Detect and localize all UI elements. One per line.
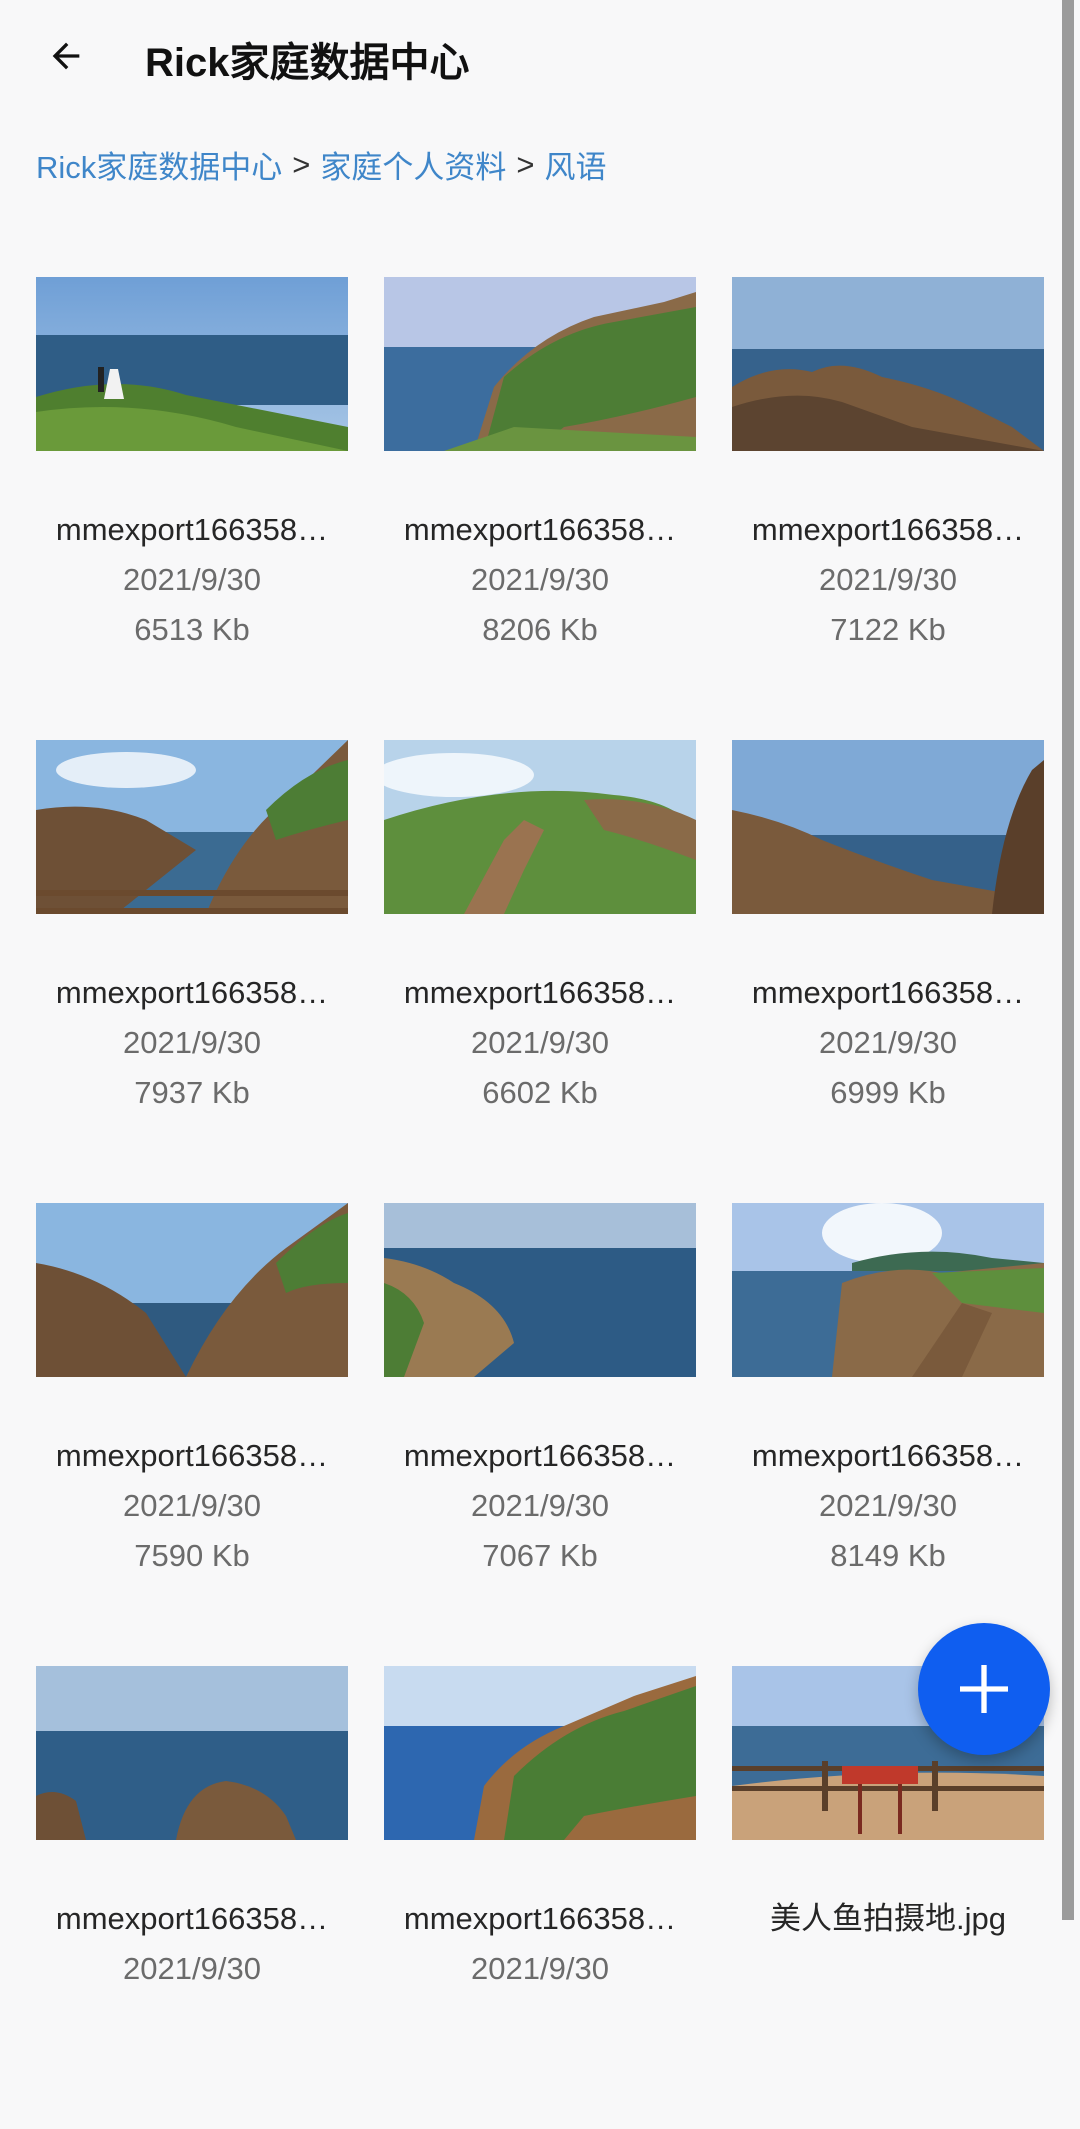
file-name: mmexport166358… [55,512,329,547]
file-date: 2021/9/30 [819,562,957,597]
file-name: mmexport166358… [55,1438,329,1473]
file-thumbnail[interactable] [732,740,1044,914]
file-card[interactable]: mmexport166358… 2021/9/30 8206 Kb [384,277,696,740]
file-card[interactable]: mmexport166358… 2021/9/30 [36,1666,348,2129]
file-card[interactable]: mmexport166358… 2021/9/30 6999 Kb [732,740,1044,1203]
file-name: mmexport166358… [403,512,677,547]
file-thumbnail[interactable] [384,1666,696,1840]
file-date: 2021/9/30 [123,1951,261,1986]
breadcrumb-separator: > [292,146,311,182]
file-size: 7590 Kb [134,1538,250,1573]
file-name: mmexport166358… [403,1901,677,1936]
file-thumbnail[interactable] [36,1666,348,1840]
file-card[interactable]: mmexport166358… 2021/9/30 6513 Kb [36,277,348,740]
file-size: 8149 Kb [830,1538,946,1573]
file-size: 6513 Kb [134,612,250,647]
file-date: 2021/9/30 [819,1025,957,1060]
breadcrumb-item-current[interactable]: 风语 [545,142,607,187]
file-card[interactable]: mmexport166358… 2021/9/30 7122 Kb [732,277,1044,740]
app-bar: Rick家庭数据中心 [0,0,1060,112]
file-size: 6999 Kb [830,1075,946,1110]
file-date: 2021/9/30 [471,1025,609,1060]
file-name: mmexport166358… [403,975,677,1010]
file-date: 2021/9/30 [123,1488,261,1523]
breadcrumb-separator: > [516,146,535,182]
file-card[interactable]: mmexport166358… 2021/9/30 [384,1666,696,2129]
file-thumbnail[interactable] [384,740,696,914]
file-thumbnail[interactable] [36,740,348,914]
file-date: 2021/9/30 [471,562,609,597]
file-name: 美人鱼拍摄地.jpg [770,1901,1006,1936]
file-size: 7937 Kb [134,1075,250,1110]
file-thumbnail[interactable] [36,1203,348,1377]
plus-icon [960,1665,1008,1713]
file-card[interactable]: mmexport166358… 2021/9/30 7067 Kb [384,1203,696,1666]
file-grid: mmexport166358… 2021/9/30 6513 Kb mmexport… [36,277,1044,2129]
breadcrumb-item-folder[interactable]: 家庭个人资料 [320,142,506,187]
file-name: mmexport166358… [55,975,329,1010]
file-date: 2021/9/30 [123,562,261,597]
file-size: 7122 Kb [830,612,946,647]
file-size: 6602 Kb [482,1075,598,1110]
file-name: mmexport166358… [403,1438,677,1473]
file-card[interactable]: mmexport166358… 2021/9/30 6602 Kb [384,740,696,1203]
file-thumbnail[interactable] [732,277,1044,451]
file-thumbnail[interactable] [384,277,696,451]
file-thumbnail[interactable] [36,277,348,451]
file-name: mmexport166358… [751,512,1025,547]
file-thumbnail[interactable] [732,1203,1044,1377]
file-card[interactable]: mmexport166358… 2021/9/30 8149 Kb [732,1203,1044,1666]
file-size: 8206 Kb [482,612,598,647]
file-card[interactable]: mmexport166358… 2021/9/30 7590 Kb [36,1203,348,1666]
file-date: 2021/9/30 [471,1951,609,1986]
file-size: 7067 Kb [482,1538,598,1573]
file-date: 2021/9/30 [471,1488,609,1523]
breadcrumb: Rick家庭数据中心 > 家庭个人资料 > 风语 [36,142,607,187]
add-file-button[interactable] [918,1623,1050,1755]
file-date: 2021/9/30 [123,1025,261,1060]
scrollbar[interactable] [1062,0,1074,1920]
file-date: 2021/9/30 [819,1488,957,1523]
page-title: Rick家庭数据中心 [145,41,470,85]
file-card[interactable]: mmexport166358… 2021/9/30 7937 Kb [36,740,348,1203]
file-name: mmexport166358… [751,1438,1025,1473]
file-name: mmexport166358… [751,975,1025,1010]
file-thumbnail[interactable] [384,1203,696,1377]
file-name: mmexport166358… [55,1901,329,1936]
arrow-left-icon [52,42,80,70]
breadcrumb-item-root[interactable]: Rick家庭数据中心 [36,142,282,187]
back-button[interactable] [36,26,96,86]
